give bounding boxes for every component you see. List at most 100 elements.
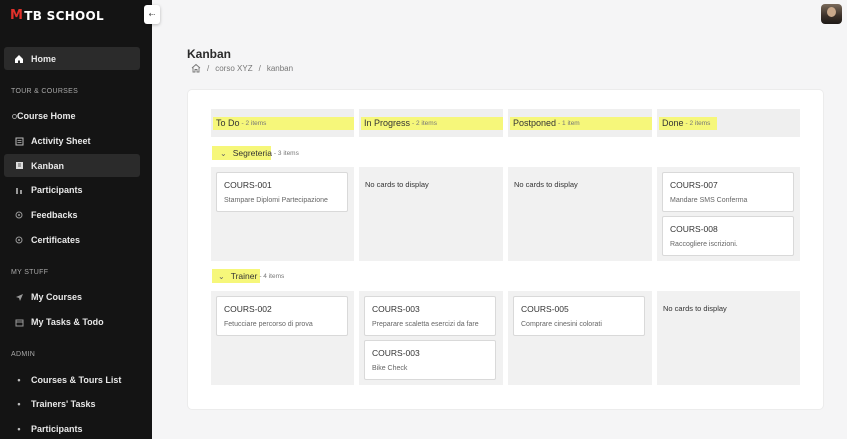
lane-title: Trainer — [230, 271, 258, 281]
section-label-admin: ADMIN — [11, 351, 36, 358]
home-icon — [13, 54, 25, 64]
column-title: In Progress — [364, 118, 411, 128]
column-header-in-progress: In Progress - 2 items — [359, 109, 503, 137]
sidebar-item-feedbacks[interactable]: Feedbacks — [4, 204, 140, 226]
sidebar-item-courses-tours-list[interactable]: • Courses & Tours List — [4, 369, 140, 391]
card-id: COURS-003 — [372, 304, 420, 314]
people-icon — [13, 186, 25, 195]
feedback-icon — [13, 211, 25, 219]
sidebar-item-course-home[interactable]: Course Home — [4, 105, 140, 127]
card-description: Stampare Diplomi Partecipazione — [224, 197, 328, 204]
sidebar-item-home[interactable]: Home — [4, 47, 140, 70]
sidebar-item-kanban[interactable]: Kanban — [4, 154, 140, 177]
cell-trainer-todo: COURS-002 Fetucciare percorso di prova — [211, 291, 354, 385]
sidebar-item-label: Home — [31, 53, 57, 64]
sidebar-item-label: My Tasks & Todo — [31, 317, 104, 327]
lane-header-trainer[interactable]: ⌄ Trainer - 4 items — [212, 269, 284, 283]
card-description: Preparare scaletta esercizi da fare — [372, 321, 479, 328]
logo-text: TB SCHOOL — [24, 8, 105, 23]
sidebar-item-label: Certificates — [31, 235, 81, 245]
sidebar-item-label: My Courses — [31, 292, 83, 302]
page-title: Kanban — [187, 47, 232, 61]
section-label-tour: TOUR & COURSES — [11, 88, 79, 95]
cell-segreteria-postponed: No cards to display — [508, 167, 652, 261]
column-header-done: Done - 2 items — [657, 109, 800, 137]
kanban-card[interactable]: COURS-001 Stampare Diplomi Partecipazion… — [216, 172, 348, 212]
kanban-card[interactable]: COURS-008 Raccogliere iscrizioni. — [662, 216, 794, 256]
bullet-icon: • — [17, 424, 21, 434]
cell-trainer-postponed: COURS-005 Comprare cinesini colorati — [508, 291, 652, 385]
sidebar-item-admin-participants[interactable]: • Participants — [4, 418, 140, 439]
card-id: COURS-007 — [670, 180, 718, 190]
lane-title: Segreteria — [232, 148, 272, 158]
sidebar: M TB SCHOOL Home TOUR & COURSES Course H… — [0, 0, 152, 439]
breadcrumb-item-kanban: kanban — [266, 63, 294, 73]
kanban-card[interactable]: COURS-007 Mandare SMS Conferma — [662, 172, 794, 212]
column-count: - 2 items — [241, 119, 267, 127]
sidebar-item-label: Activity Sheet — [31, 136, 91, 146]
sidebar-item-activity-sheet[interactable]: Activity Sheet — [4, 130, 140, 152]
breadcrumb: / corso XYZ / kanban — [191, 63, 293, 73]
logo[interactable]: M TB SCHOOL — [10, 8, 104, 23]
sidebar-item-my-tasks[interactable]: My Tasks & Todo — [4, 311, 140, 333]
kanban-card[interactable]: COURS-003 Preparare scaletta esercizi da… — [364, 296, 496, 336]
calendar-icon — [13, 318, 25, 327]
bullet-icon: • — [17, 375, 21, 385]
breadcrumb-separator: / — [258, 63, 261, 73]
sidebar-item-trainers-tasks[interactable]: • Trainers' Tasks — [4, 393, 140, 415]
send-icon — [13, 293, 25, 302]
lane-header-segreteria[interactable]: ⌄ Segreteria - 3 items — [212, 146, 299, 160]
empty-message: No cards to display — [514, 180, 578, 189]
breadcrumb-separator: / — [207, 63, 210, 73]
card-description: Bike Check — [372, 365, 408, 372]
card-id: COURS-001 — [224, 180, 272, 190]
sidebar-item-label: Courses & Tours List — [31, 375, 122, 385]
column-header-todo: To Do - 2 items — [211, 109, 354, 137]
chevron-down-icon[interactable]: ⌄ — [218, 272, 225, 281]
column-header-postponed: Postponed - 1 item — [508, 109, 652, 137]
kanban-board: To Do - 2 items In Progress - 2 items Po… — [188, 90, 823, 409]
sidebar-item-my-courses[interactable]: My Courses — [4, 286, 140, 308]
card-description: Comprare cinesini colorati — [521, 321, 602, 328]
sheet-icon — [13, 137, 25, 146]
cell-segreteria-done: COURS-007 Mandare SMS Conferma COURS-008… — [657, 167, 800, 261]
kanban-card[interactable]: COURS-005 Comprare cinesini colorati — [513, 296, 645, 336]
arrow-left-icon: ⇠ — [148, 10, 156, 19]
lane-count: - 4 items — [259, 272, 285, 280]
card-id: COURS-002 — [224, 304, 272, 314]
sidebar-item-label: Course Home — [17, 111, 76, 121]
empty-message: No cards to display — [365, 180, 429, 189]
sidebar-item-label: Participants — [31, 424, 83, 434]
kanban-card[interactable]: COURS-003 Bike Check — [364, 340, 496, 380]
chevron-down-icon[interactable]: ⌄ — [220, 149, 227, 158]
column-count: - 2 items — [685, 119, 711, 127]
sidebar-item-label: Kanban — [31, 160, 65, 171]
column-title: To Do — [216, 118, 240, 128]
cell-segreteria-todo: COURS-001 Stampare Diplomi Partecipazion… — [211, 167, 354, 261]
column-title: Postponed — [513, 118, 557, 128]
avatar[interactable] — [821, 4, 842, 24]
cell-trainer-done: No cards to display — [657, 291, 800, 385]
bullet-icon: • — [17, 399, 21, 409]
card-description: Raccogliere iscrizioni. — [670, 241, 738, 248]
sidebar-item-label: Feedbacks — [31, 210, 78, 220]
sidebar-item-label: Trainers' Tasks — [31, 399, 96, 409]
lane-count: - 3 items — [273, 149, 299, 157]
card-id: COURS-008 — [670, 224, 718, 234]
home-icon[interactable] — [191, 63, 201, 73]
card-id: COURS-005 — [521, 304, 569, 314]
column-title: Done — [662, 118, 684, 128]
breadcrumb-item-course[interactable]: corso XYZ — [215, 64, 252, 73]
column-count: - 1 item — [558, 119, 580, 127]
cell-segreteria-in-progress: No cards to display — [359, 167, 503, 261]
kanban-card[interactable]: COURS-002 Fetucciare percorso di prova — [216, 296, 348, 336]
certificate-icon — [13, 236, 25, 244]
sidebar-collapse-button[interactable]: ⇠ — [144, 5, 160, 24]
sidebar-item-participants[interactable]: Participants — [4, 179, 140, 201]
sidebar-item-certificates[interactable]: Certificates — [4, 229, 140, 251]
sidebar-item-label: Participants — [31, 185, 83, 195]
section-label-stuff: MY STUFF — [11, 269, 49, 276]
kanban-icon — [13, 161, 25, 170]
cell-trainer-in-progress: COURS-003 Preparare scaletta esercizi da… — [359, 291, 503, 385]
empty-message: No cards to display — [663, 304, 727, 313]
